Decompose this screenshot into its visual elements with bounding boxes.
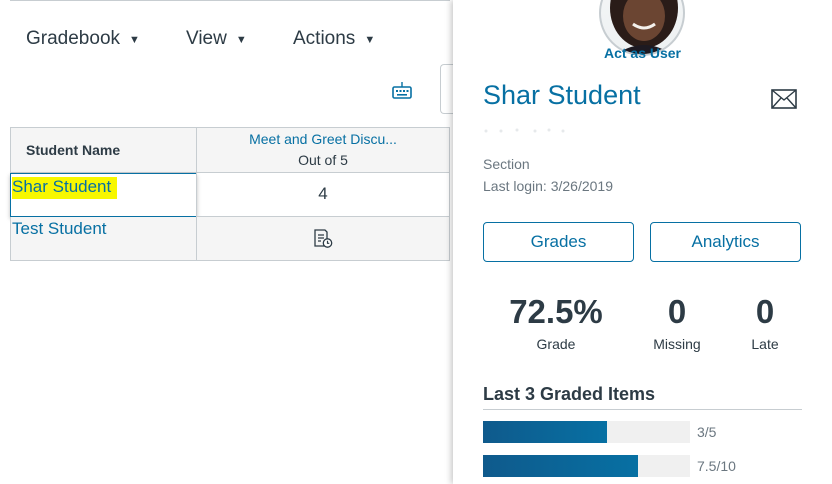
grade-stat: 72.5% Grade bbox=[501, 293, 611, 353]
view-menu-label: View bbox=[186, 28, 227, 49]
student-name-cell[interactable]: Shar Student bbox=[10, 173, 197, 217]
section-label: Section bbox=[483, 156, 530, 172]
score-bar-track bbox=[483, 455, 690, 477]
graded-item-score: 3/5 bbox=[697, 424, 717, 440]
student-link[interactable]: Test Student bbox=[12, 219, 107, 239]
grades-button-label: Grades bbox=[530, 232, 587, 251]
graded-item-score: 7.5/10 bbox=[697, 458, 736, 474]
missing-value: 0 bbox=[667, 293, 687, 330]
faded-pronouns bbox=[484, 128, 565, 133]
missing-label: Missing bbox=[653, 336, 701, 352]
score-bar-track bbox=[483, 421, 690, 443]
keyboard-icon[interactable] bbox=[390, 80, 414, 100]
score-bar-fill bbox=[483, 421, 608, 443]
mail-icon[interactable] bbox=[771, 89, 797, 109]
late-label: Late bbox=[751, 336, 779, 352]
score-cell[interactable] bbox=[196, 217, 450, 261]
caret-down-icon: ▼ bbox=[364, 34, 376, 46]
student-name-header-label: Student Name bbox=[26, 142, 121, 158]
caret-down-icon: ▼ bbox=[129, 34, 140, 46]
graded-items-title: Last 3 Graded Items bbox=[483, 384, 656, 404]
student-link-text: Shar Student bbox=[12, 177, 118, 199]
graded-items-divider bbox=[483, 409, 802, 410]
actions-menu-label: Actions bbox=[293, 28, 356, 49]
score-value: 4 bbox=[318, 184, 328, 203]
gradebook-menu[interactable]: Gradebook ▼ bbox=[26, 28, 140, 50]
assignment-points: Out of 5 bbox=[298, 152, 348, 168]
top-divider bbox=[10, 0, 450, 1]
actions-menu[interactable]: Actions ▼ bbox=[293, 28, 375, 50]
assignment-header[interactable]: Meet and Greet Discu... Out of 5 bbox=[196, 127, 450, 173]
last-login: Last login: 3/26/2019 bbox=[483, 178, 613, 194]
analytics-button[interactable]: Analytics bbox=[650, 222, 801, 262]
grades-button[interactable]: Grades bbox=[483, 222, 634, 262]
grade-value: 72.5% bbox=[509, 293, 603, 330]
act-as-user-link[interactable]: Act as User bbox=[453, 45, 832, 61]
student-name-cell[interactable]: Test Student bbox=[10, 217, 197, 261]
assignment-title[interactable]: Meet and Greet Discu... bbox=[197, 131, 449, 147]
view-menu[interactable]: View ▼ bbox=[186, 28, 247, 50]
score-bar-fill bbox=[483, 455, 639, 477]
student-name-link[interactable]: Shar Student bbox=[483, 80, 641, 111]
analytics-button-label: Analytics bbox=[691, 232, 760, 251]
missing-stat: 0 Missing bbox=[637, 293, 717, 353]
gradebook-menu-label: Gradebook bbox=[26, 28, 121, 49]
score-cell[interactable]: 4 bbox=[196, 173, 450, 217]
caret-down-icon: ▼ bbox=[235, 34, 247, 46]
student-tray: Act as User Shar Student Section Last lo… bbox=[453, 0, 832, 484]
late-value: 0 bbox=[755, 293, 775, 330]
student-link[interactable]: Shar Student bbox=[12, 177, 118, 199]
submission-pending-icon bbox=[314, 229, 333, 248]
grade-label: Grade bbox=[536, 336, 576, 352]
student-name-header[interactable]: Student Name bbox=[10, 127, 197, 173]
late-stat: 0 Late bbox=[725, 293, 805, 353]
